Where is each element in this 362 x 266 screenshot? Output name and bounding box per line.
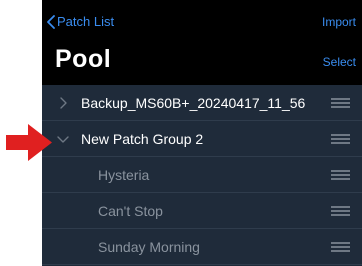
reorder-handle-icon[interactable]: [331, 206, 350, 216]
patch-label: Hysteria: [98, 166, 150, 183]
patch-label: Can't Stop: [98, 202, 163, 219]
app-screen: Patch List Import Pool Select Backup_MS6…: [42, 0, 362, 266]
navigation-bar: Patch List Import Pool Select: [42, 0, 362, 85]
reorder-handle-icon[interactable]: [331, 170, 350, 180]
list-item-patch[interactable]: Hysteria: [42, 157, 362, 193]
chevron-left-icon: [47, 14, 55, 29]
group-label: Backup_MS60B+_20240417_11_56: [81, 94, 306, 111]
reorder-handle-icon[interactable]: [331, 134, 350, 144]
back-button-label: Patch List: [57, 14, 115, 29]
back-button[interactable]: Patch List: [46, 14, 114, 29]
chevron-down-icon[interactable]: [57, 133, 69, 145]
red-arrow-icon: [6, 124, 52, 161]
patch-list: Backup_MS60B+_20240417_11_56 New Patch G…: [42, 85, 362, 265]
page-title: Pool: [55, 45, 112, 73]
patch-label: Sunday Morning: [98, 238, 200, 255]
list-item-patch[interactable]: Sunday Morning: [42, 229, 362, 265]
list-item-group[interactable]: Backup_MS60B+_20240417_11_56: [42, 85, 362, 121]
select-button[interactable]: Select: [323, 55, 356, 69]
list-item-group[interactable]: New Patch Group 2: [42, 121, 362, 157]
group-label: New Patch Group 2: [81, 130, 204, 147]
reorder-handle-icon[interactable]: [331, 98, 350, 108]
import-button[interactable]: Import: [322, 15, 356, 29]
reorder-handle-icon[interactable]: [331, 242, 350, 252]
list-item-patch[interactable]: Can't Stop: [42, 193, 362, 229]
chevron-right-icon[interactable]: [57, 97, 69, 109]
